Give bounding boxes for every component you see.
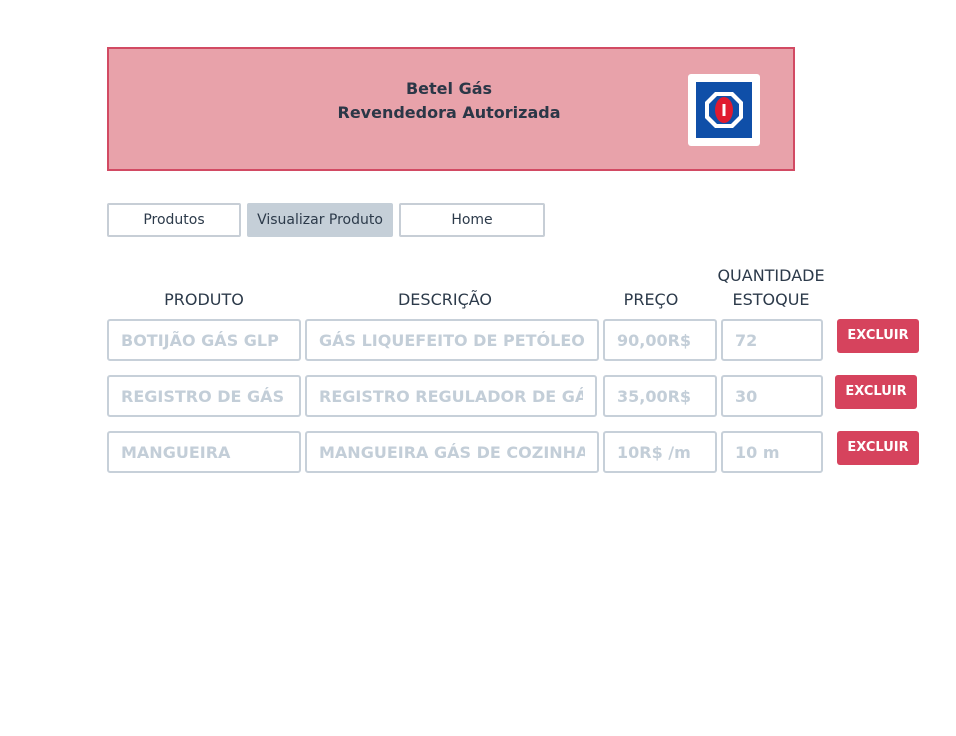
column-header-quantidade: QUANTIDADE ESTOQUE <box>712 264 830 312</box>
page: Betel Gás Revendedora Autorizada Produto… <box>0 0 956 736</box>
column-header-produto: PRODUTO <box>164 290 244 309</box>
column-header-quantidade-line1: QUANTIDADE <box>717 266 825 285</box>
excluir-button[interactable]: EXCLUIR <box>837 319 919 353</box>
header-title-line1: Betel Gás <box>405 79 493 98</box>
gas-cylinder-logo-icon <box>696 82 752 138</box>
header-title: Betel Gás Revendedora Autorizada <box>109 77 789 125</box>
preco-field[interactable] <box>603 375 717 417</box>
descricao-field[interactable] <box>305 431 599 473</box>
excluir-button[interactable]: EXCLUIR <box>835 375 917 409</box>
preco-field[interactable] <box>603 319 717 361</box>
nav-produtos-button[interactable]: Produtos <box>107 203 241 237</box>
nav-visualizar-produto-button[interactable]: Visualizar Produto <box>247 203 393 237</box>
quantidade-field[interactable] <box>721 431 823 473</box>
quantidade-field[interactable] <box>721 375 823 417</box>
descricao-field[interactable] <box>305 319 599 361</box>
preco-field[interactable] <box>603 431 717 473</box>
header-banner: Betel Gás Revendedora Autorizada <box>107 47 795 171</box>
produto-field[interactable] <box>107 319 301 361</box>
excluir-button[interactable]: EXCLUIR <box>837 431 919 465</box>
produto-field[interactable] <box>107 431 301 473</box>
quantidade-field[interactable] <box>721 319 823 361</box>
header-title-line2: Revendedora Autorizada <box>337 103 561 122</box>
descricao-field[interactable] <box>305 375 597 417</box>
produto-field[interactable] <box>107 375 301 417</box>
nav-home-button[interactable]: Home <box>399 203 545 237</box>
column-header-descricao: DESCRIÇÃO <box>397 290 493 309</box>
column-header-preco: PREÇO <box>623 290 679 309</box>
logo <box>688 74 760 146</box>
column-header-quantidade-line2: ESTOQUE <box>732 290 810 309</box>
